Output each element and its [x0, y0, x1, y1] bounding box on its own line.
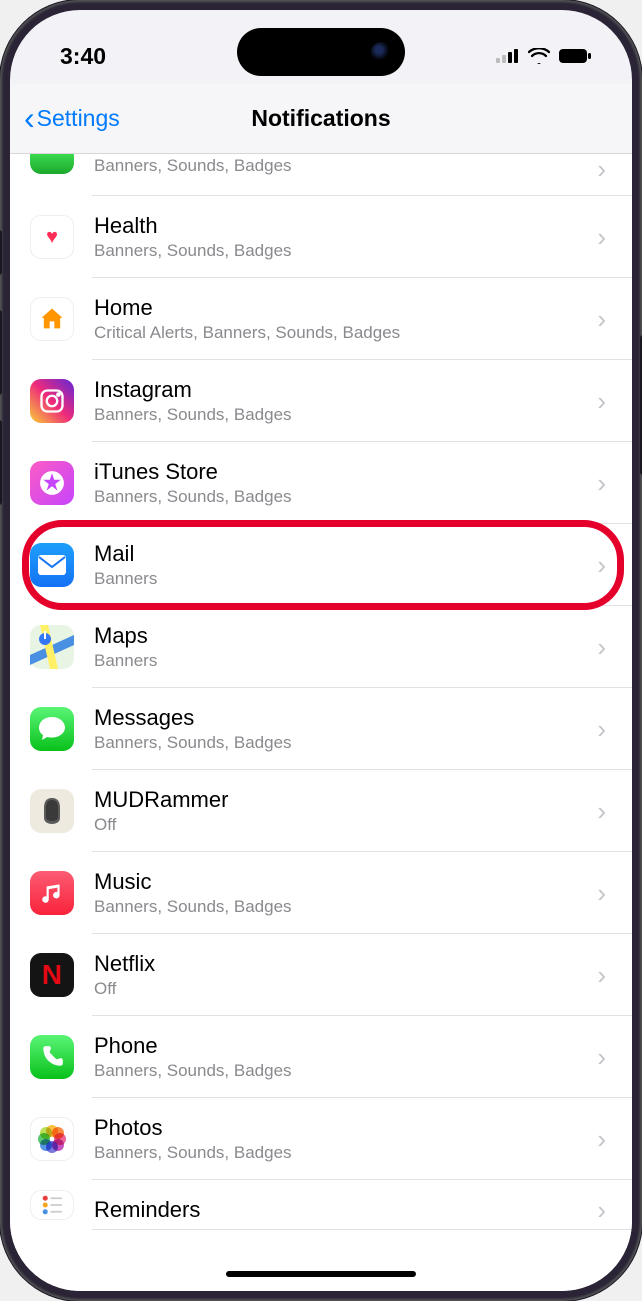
app-name: Photos	[94, 1115, 591, 1141]
chevron-left-icon: ‹	[24, 102, 35, 134]
chevron-right-icon: ›	[591, 304, 612, 335]
app-name: iTunes Store	[94, 459, 591, 485]
app-name: Home	[94, 295, 591, 321]
app-name: Reminders	[94, 1197, 591, 1223]
maps-icon	[30, 625, 74, 669]
itunes-store-icon	[30, 461, 74, 505]
status-time: 3:40	[60, 43, 106, 70]
list-item-phone[interactable]: Phone Banners, Sounds, Badges ›	[10, 1016, 632, 1098]
music-icon	[30, 871, 74, 915]
list-item-messages[interactable]: Messages Banners, Sounds, Badges ›	[10, 688, 632, 770]
chevron-right-icon: ›	[591, 632, 612, 663]
status-icons	[496, 48, 592, 64]
app-sub: Banners, Sounds, Badges	[94, 405, 591, 425]
wifi-icon	[528, 48, 550, 64]
app-name: Maps	[94, 623, 591, 649]
list-item-health[interactable]: ♥ Health Banners, Sounds, Badges ›	[10, 196, 632, 278]
app-sub: Banners	[94, 651, 591, 671]
chevron-right-icon: ›	[591, 550, 612, 581]
app-sub: Banners, Sounds, Badges	[94, 1143, 591, 1163]
app-name: Instagram	[94, 377, 591, 403]
instagram-icon	[30, 379, 74, 423]
app-icon-unknown	[30, 154, 74, 174]
page-title: Notifications	[251, 105, 390, 132]
reminders-icon	[30, 1190, 74, 1220]
app-sub: Off	[94, 979, 591, 999]
silence-switch	[0, 230, 2, 275]
mail-icon	[30, 543, 74, 587]
dynamic-island	[237, 28, 405, 76]
app-name: Phone	[94, 1033, 591, 1059]
list-item-music[interactable]: Music Banners, Sounds, Badges ›	[10, 852, 632, 934]
chevron-right-icon: ›	[591, 796, 612, 827]
list-item-instagram[interactable]: Instagram Banners, Sounds, Badges ›	[10, 360, 632, 442]
chevron-right-icon: ›	[591, 468, 612, 499]
app-sub: Banners, Sounds, Badges	[94, 487, 591, 507]
chevron-right-icon: ›	[591, 1042, 612, 1073]
app-list[interactable]: Banners, Sounds, Badges › ♥ Health Banne…	[10, 154, 632, 1291]
chevron-right-icon: ›	[591, 1195, 612, 1226]
app-name: Mail	[94, 541, 591, 567]
volume-down-button	[0, 420, 2, 505]
photos-icon	[30, 1117, 74, 1161]
chevron-right-icon: ›	[591, 386, 612, 417]
messages-icon	[30, 707, 74, 751]
app-name: Health	[94, 213, 591, 239]
list-item-mudrammer[interactable]: MUDRammer Off ›	[10, 770, 632, 852]
list-item-partial[interactable]: Banners, Sounds, Badges ›	[10, 154, 632, 196]
cellular-icon	[496, 49, 520, 63]
home-indicator[interactable]	[226, 1271, 416, 1277]
app-sub: Banners, Sounds, Badges	[94, 156, 591, 176]
app-name: Messages	[94, 705, 591, 731]
battery-icon	[558, 48, 592, 64]
app-name: MUDRammer	[94, 787, 591, 813]
phone-frame: 3:40	[0, 0, 642, 1301]
volume-up-button	[0, 310, 2, 395]
list-item-maps[interactable]: Maps Banners ›	[10, 606, 632, 688]
health-icon: ♥	[30, 215, 74, 259]
app-sub: Critical Alerts, Banners, Sounds, Badges	[94, 323, 591, 343]
app-name: Netflix	[94, 951, 591, 977]
list-item-reminders[interactable]: Reminders ›	[10, 1180, 632, 1230]
app-sub: Banners	[94, 569, 591, 589]
phone-icon	[30, 1035, 74, 1079]
chevron-right-icon: ›	[591, 960, 612, 991]
app-sub: Banners, Sounds, Badges	[94, 897, 591, 917]
app-sub: Banners, Sounds, Badges	[94, 733, 591, 753]
chevron-right-icon: ›	[591, 222, 612, 253]
app-name: Music	[94, 869, 591, 895]
netflix-icon: N	[30, 953, 74, 997]
chevron-right-icon: ›	[591, 1124, 612, 1155]
list-item-netflix[interactable]: N Netflix Off ›	[10, 934, 632, 1016]
mudrammer-icon	[30, 789, 74, 833]
back-button[interactable]: ‹ Settings	[10, 104, 120, 134]
back-label: Settings	[37, 105, 120, 132]
home-icon	[30, 297, 74, 341]
list-item-mail[interactable]: Mail Banners ›	[10, 524, 632, 606]
list-item-home[interactable]: Home Critical Alerts, Banners, Sounds, B…	[10, 278, 632, 360]
app-sub: Off	[94, 815, 591, 835]
chevron-right-icon: ›	[591, 154, 612, 185]
chevron-right-icon: ›	[591, 714, 612, 745]
list-item-itunes[interactable]: iTunes Store Banners, Sounds, Badges ›	[10, 442, 632, 524]
phone-screen: 3:40	[10, 10, 632, 1291]
app-sub: Banners, Sounds, Badges	[94, 241, 591, 261]
nav-bar: ‹ Settings Notifications	[10, 84, 632, 154]
list-item-photos[interactable]: Photos Banners, Sounds, Badges ›	[10, 1098, 632, 1180]
app-sub: Banners, Sounds, Badges	[94, 1061, 591, 1081]
chevron-right-icon: ›	[591, 878, 612, 909]
